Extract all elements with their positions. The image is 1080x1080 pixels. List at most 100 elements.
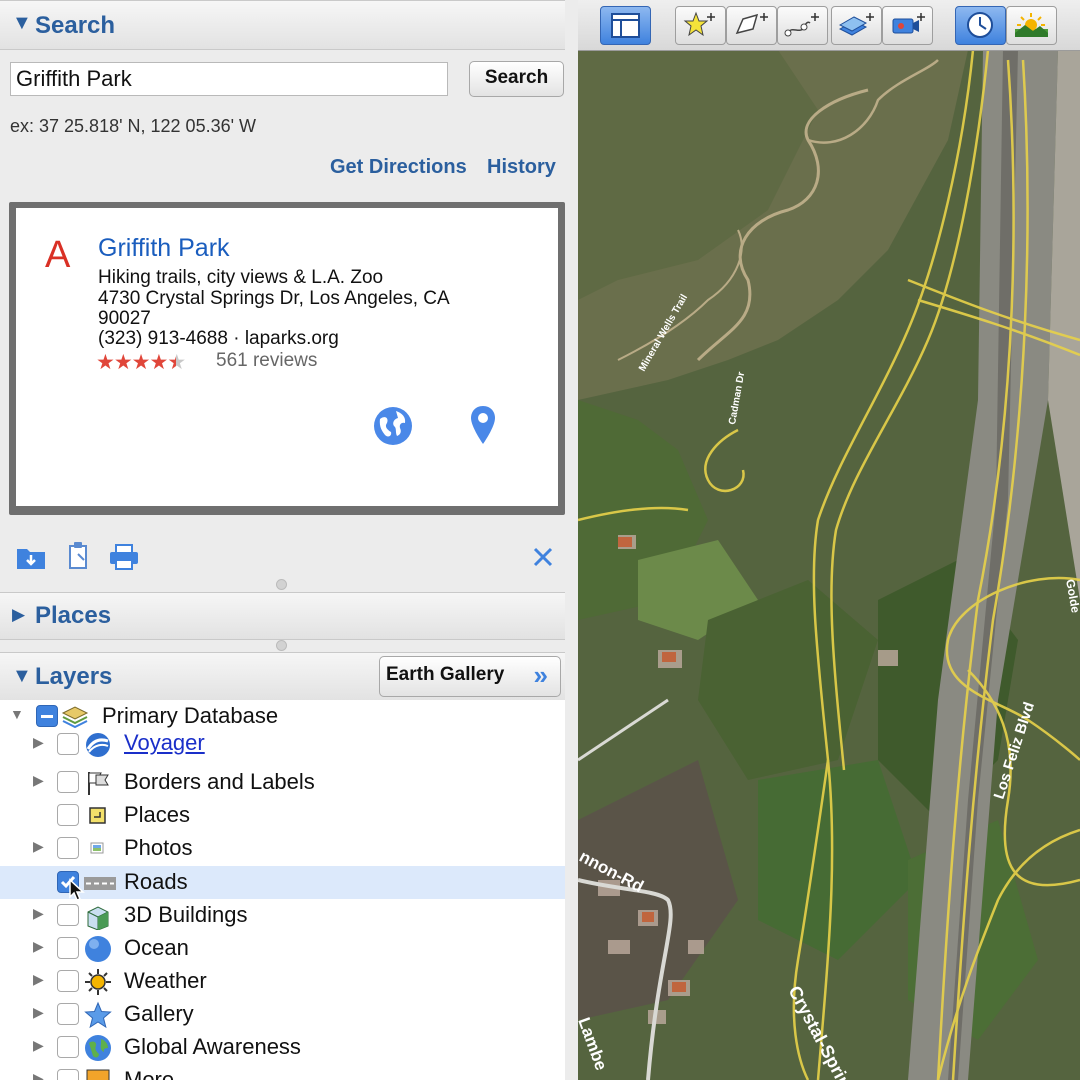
photos-icon: [90, 842, 104, 854]
layer-label: More: [124, 1067, 175, 1080]
collapse-triangle-icon[interactable]: ▼: [12, 665, 32, 688]
sidebar-toggle-icon: [611, 13, 640, 38]
sidebar: ▼ Search Search ex: 37 25.818' N, 122 05…: [0, 0, 578, 1080]
expand-triangle-icon[interactable]: ▶: [33, 734, 44, 751]
places-section-header[interactable]: ▶ Places: [0, 592, 565, 640]
layer-label: Global Awareness: [124, 1034, 301, 1059]
layer-checkbox[interactable]: [57, 970, 79, 992]
add-image-overlay-icon: [838, 13, 874, 36]
layer-checkbox[interactable]: [57, 904, 79, 926]
layer-row-places[interactable]: Places: [0, 799, 565, 832]
result-zip: 90027: [98, 308, 151, 329]
print-icon[interactable]: [108, 543, 140, 571]
save-to-places-icon[interactable]: [15, 543, 47, 571]
get-directions-link[interactable]: Get Directions: [330, 156, 467, 179]
layer-label: Ocean: [124, 935, 189, 960]
sunlight-button[interactable]: [1006, 6, 1057, 45]
layer-checkbox[interactable]: [57, 733, 79, 755]
layer-row-global-awareness[interactable]: ▶ Global Awareness: [0, 1031, 565, 1064]
layer-label: Photos: [124, 835, 193, 860]
historical-imagery-button[interactable]: [955, 6, 1006, 45]
history-link[interactable]: History: [487, 156, 556, 179]
layer-row-more[interactable]: ▶ More: [0, 1064, 565, 1080]
expand-triangle-icon[interactable]: ▶: [33, 838, 44, 855]
search-button[interactable]: Search: [469, 61, 564, 97]
expanded-triangle-icon[interactable]: ▼: [10, 706, 24, 722]
layer-checkbox-partial[interactable]: [36, 705, 58, 727]
earth-gallery-label: Earth Gallery: [386, 664, 505, 685]
layer-row-ocean[interactable]: ▶ Ocean: [0, 932, 565, 965]
add-image-overlay-button[interactable]: [831, 6, 882, 45]
copy-icon[interactable]: [66, 540, 92, 572]
layer-row-weather[interactable]: ▶ Weather: [0, 965, 565, 998]
layer-checkbox[interactable]: [57, 804, 79, 826]
layer-label: Places: [124, 802, 191, 827]
historical-imagery-icon: [967, 12, 993, 38]
flags-icon: [88, 772, 109, 795]
places-layer-icon: [89, 807, 106, 824]
add-polygon-icon: [735, 13, 768, 35]
layer-row-voyager[interactable]: ▶ Voyager: [0, 728, 565, 761]
close-icon[interactable]: [532, 546, 554, 568]
expand-triangle-icon[interactable]: ▶: [33, 772, 44, 789]
expand-triangle-icon[interactable]: ▶: [33, 1037, 44, 1054]
earth-gallery-button[interactable]: Earth Gallery »: [379, 656, 561, 697]
layer-label: Gallery: [124, 1001, 194, 1026]
layer-checkbox[interactable]: [57, 1003, 79, 1025]
layer-checkbox[interactable]: [57, 937, 79, 959]
collapse-triangle-icon[interactable]: ▼: [12, 12, 32, 35]
expand-triangle-icon[interactable]: ▶: [33, 938, 44, 955]
reviews-count[interactable]: 561 reviews: [216, 350, 317, 372]
layer-checkbox[interactable]: [57, 1069, 79, 1080]
add-placemark-icon: [683, 11, 715, 37]
layer-row-photos[interactable]: ▶ Photos: [0, 832, 565, 865]
layers-section-title: Layers: [35, 663, 113, 690]
result-contact: (323) 913-4688 · laparks.org: [98, 328, 339, 349]
voyager-icon: [86, 733, 110, 757]
record-tour-icon: [892, 13, 925, 34]
search-input[interactable]: [10, 62, 448, 96]
location-pin-icon[interactable]: [469, 404, 497, 446]
rating-stars: ★★★★★: [96, 351, 186, 374]
add-path-icon: [784, 13, 819, 37]
layer-row-roads[interactable]: Roads: [0, 866, 565, 901]
result-title[interactable]: Griffith Park: [98, 234, 230, 263]
add-polygon-button[interactable]: [726, 6, 777, 45]
layer-label: Roads: [124, 869, 188, 894]
places-section-title: Places: [35, 602, 112, 629]
resize-handle[interactable]: [276, 579, 287, 590]
map-view[interactable]: Mineral Wells Trail Cadman Dr Los Feliz …: [578, 0, 1080, 1080]
sidebar-toggle-button[interactable]: [600, 6, 651, 45]
buildings-icon: [87, 906, 109, 930]
layer-row-gallery[interactable]: ▶ Gallery: [0, 998, 565, 1031]
search-section-title: Search: [35, 12, 116, 39]
chevron-right-double-icon: »: [533, 660, 548, 690]
layer-row-3d-buildings[interactable]: ▶ 3D Buildings: [0, 899, 565, 932]
search-section-header[interactable]: ▼ Search: [0, 0, 565, 50]
layers-tree: ▼ Primary Database ▶ Voyager ▶ Borders a…: [0, 700, 565, 1080]
resize-handle[interactable]: [276, 640, 287, 651]
expand-triangle-icon[interactable]: ▶: [12, 605, 25, 625]
expand-triangle-icon[interactable]: ▶: [33, 905, 44, 922]
layer-label: 3D Buildings: [124, 902, 248, 927]
satellite-imagery[interactable]: Mineral Wells Trail Cadman Dr Los Feliz …: [578, 0, 1080, 1080]
add-placemark-button[interactable]: [675, 6, 726, 45]
layer-checkbox[interactable]: [57, 837, 79, 859]
expand-triangle-icon[interactable]: ▶: [33, 971, 44, 988]
sunlight-icon: [1015, 13, 1048, 37]
result-description: Hiking trails, city views & L.A. Zoo: [98, 267, 384, 288]
add-path-button[interactable]: [777, 6, 828, 45]
layer-row-borders-labels[interactable]: ▶ Borders and Labels: [0, 766, 565, 799]
database-icon: [61, 706, 89, 729]
expand-triangle-icon[interactable]: ▶: [33, 1070, 44, 1080]
result-marker: A: [45, 234, 71, 276]
globe-layer-icon: [85, 1035, 111, 1061]
layer-checkbox[interactable]: [57, 771, 79, 793]
map-toolbar: [578, 0, 1080, 51]
expand-triangle-icon[interactable]: ▶: [33, 1004, 44, 1021]
record-tour-button[interactable]: [882, 6, 933, 45]
layer-label: Borders and Labels: [124, 769, 315, 794]
globe-icon[interactable]: [372, 405, 414, 447]
layer-checkbox[interactable]: [57, 1036, 79, 1058]
voyager-link[interactable]: Voyager: [124, 730, 205, 756]
